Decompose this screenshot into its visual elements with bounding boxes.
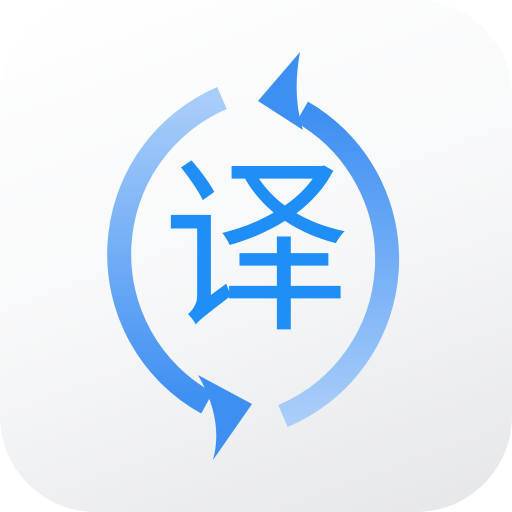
app-icon-tile[interactable]: 译 bbox=[0, 0, 512, 512]
upper-arrowhead bbox=[258, 52, 303, 130]
translate-glyph: 译 bbox=[162, 140, 350, 359]
lower-arrowhead bbox=[198, 375, 252, 460]
